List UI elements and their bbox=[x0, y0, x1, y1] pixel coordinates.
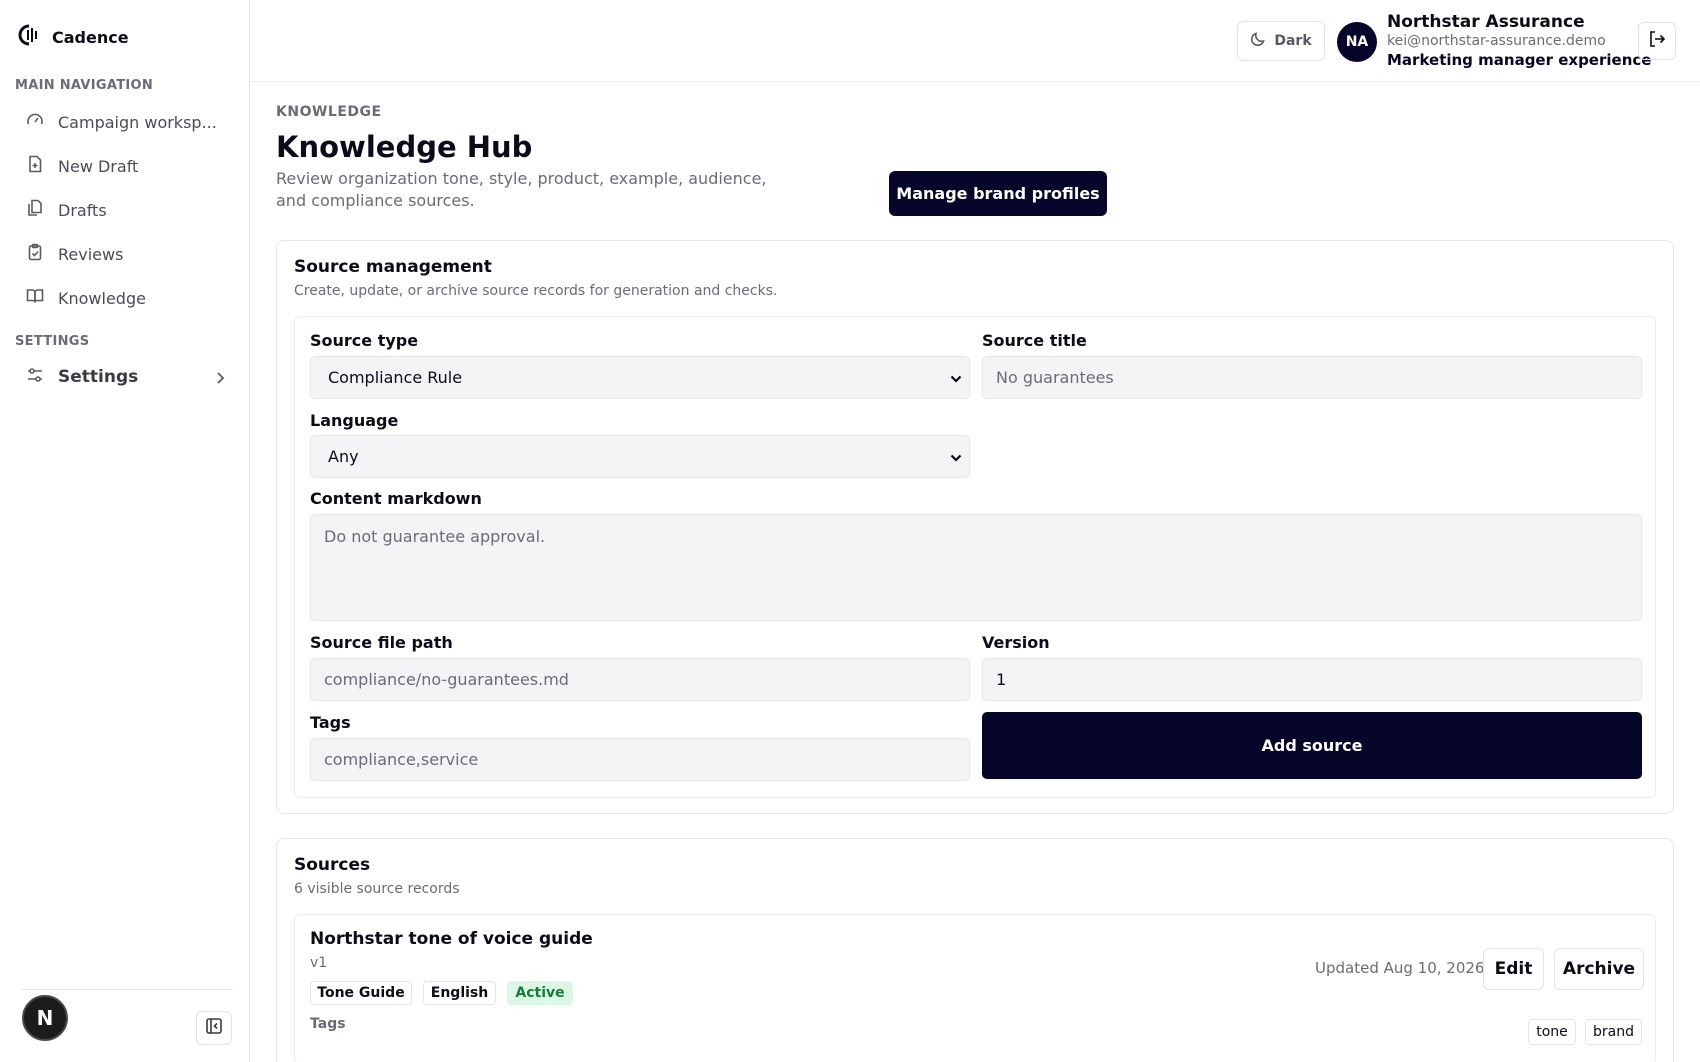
theme-toggle-label: Dark bbox=[1274, 33, 1312, 49]
user-role: Marketing manager experience bbox=[1387, 51, 1652, 69]
source-type-value: Compliance Rule bbox=[328, 368, 463, 387]
source-type-label: Source type bbox=[310, 331, 419, 350]
version-label: Version bbox=[982, 633, 1050, 652]
sidebar-item-reviews[interactable]: Reviews bbox=[26, 239, 236, 269]
sidebar-item-label: Settings bbox=[58, 367, 139, 387]
brand[interactable]: Cadence bbox=[18, 24, 129, 50]
source-title-input[interactable]: No guarantees bbox=[982, 356, 1642, 399]
chevron-right-icon bbox=[214, 370, 226, 390]
sidebar-item-knowledge[interactable]: Knowledge bbox=[26, 283, 236, 313]
sidebar-item-label: Campaign worksp... bbox=[58, 112, 217, 132]
chevron-down-icon bbox=[949, 450, 963, 469]
card-title: Source management bbox=[294, 257, 492, 277]
sidebar-item-settings[interactable]: Settings bbox=[26, 362, 236, 392]
language-badge: English bbox=[423, 981, 496, 1005]
sidebar-item-label: New Draft bbox=[58, 156, 139, 176]
tag-chip: brand bbox=[1585, 1019, 1642, 1045]
content-markdown-textarea[interactable]: Do not guarantee approval. bbox=[310, 514, 1642, 621]
cadence-logo-icon bbox=[18, 24, 40, 50]
source-record: Northstar tone of voice guide v1 Tone Gu… bbox=[294, 914, 1656, 1062]
sidebar-item-drafts[interactable]: Drafts bbox=[26, 195, 236, 225]
page-description: Review organization tone, style, product… bbox=[276, 169, 767, 210]
divider bbox=[22, 989, 233, 990]
moon-icon bbox=[1250, 31, 1266, 51]
content-markdown-placeholder: Do not guarantee approval. bbox=[324, 527, 546, 546]
sidebar-item-label: Reviews bbox=[58, 244, 124, 264]
source-record-updated: Updated Aug 10, 2026 bbox=[1315, 959, 1485, 977]
source-file-path-label: Source file path bbox=[310, 633, 453, 652]
main-navigation-heading: MAIN NAVIGATION bbox=[15, 78, 154, 93]
source-management-card: Source management Create, update, or arc… bbox=[276, 240, 1674, 814]
card-title: Sources bbox=[294, 855, 371, 875]
source-type-select[interactable]: Compliance Rule bbox=[310, 356, 970, 399]
edit-button[interactable]: Edit bbox=[1483, 948, 1544, 990]
status-badge: Active bbox=[507, 981, 573, 1005]
content-markdown-label: Content markdown bbox=[310, 489, 482, 508]
collapse-sidebar-button[interactable] bbox=[196, 1011, 232, 1045]
sources-card: Sources 6 visible source records Northst… bbox=[276, 838, 1674, 1062]
logout-icon bbox=[1648, 30, 1666, 52]
files-icon bbox=[26, 199, 44, 221]
manage-brand-profiles-button[interactable]: Manage brand profiles bbox=[889, 171, 1107, 216]
source-record-version: v1 bbox=[310, 955, 328, 971]
sidebar-item-campaign-workspace[interactable]: Campaign worksp... bbox=[26, 107, 236, 137]
account-avatar[interactable]: N bbox=[22, 995, 68, 1041]
page-eyebrow: KNOWLEDGE bbox=[276, 104, 382, 120]
card-subtitle: Create, update, or archive source record… bbox=[294, 283, 778, 299]
source-form: Source type Compliance Rule Source title… bbox=[294, 316, 1656, 798]
archive-button[interactable]: Archive bbox=[1554, 948, 1644, 990]
settings-heading: SETTINGS bbox=[15, 334, 90, 349]
language-label: Language bbox=[310, 411, 399, 430]
tags-label: Tags bbox=[310, 713, 351, 732]
page-title: Knowledge Hub bbox=[276, 130, 533, 164]
tags-label: Tags bbox=[310, 1016, 346, 1032]
source-record-title: Northstar tone of voice guide bbox=[310, 929, 593, 949]
book-open-icon bbox=[26, 287, 44, 309]
user-avatar[interactable]: NA bbox=[1337, 22, 1377, 62]
sources-count: 6 visible source records bbox=[294, 881, 460, 897]
theme-toggle-button[interactable]: Dark bbox=[1237, 21, 1325, 61]
user-email: kei@northstar-assurance.demo bbox=[1387, 33, 1606, 49]
logout-button[interactable] bbox=[1638, 22, 1676, 60]
language-value: Any bbox=[328, 447, 359, 466]
source-title-label: Source title bbox=[982, 331, 1087, 350]
chevron-down-icon bbox=[949, 371, 963, 390]
source-type-badge: Tone Guide bbox=[310, 981, 412, 1005]
clipboard-check-icon bbox=[26, 243, 44, 265]
user-name: Northstar Assurance bbox=[1387, 12, 1585, 32]
app-name: Cadence bbox=[52, 27, 129, 47]
sidebar-item-label: Drafts bbox=[58, 200, 107, 220]
sidebar-item-new-draft[interactable]: New Draft bbox=[26, 151, 236, 181]
file-plus-icon bbox=[26, 155, 44, 177]
sidebar-item-label: Knowledge bbox=[58, 288, 146, 308]
gauge-icon bbox=[26, 111, 44, 133]
language-select[interactable]: Any bbox=[310, 435, 970, 478]
sliders-icon bbox=[26, 366, 44, 389]
version-input[interactable]: 1 bbox=[982, 658, 1642, 701]
tags-input[interactable]: compliance,service bbox=[310, 738, 970, 781]
tag-chip: tone bbox=[1528, 1019, 1576, 1045]
source-file-path-input[interactable]: compliance/no-guarantees.md bbox=[310, 658, 970, 701]
sidebar: Cadence MAIN NAVIGATION Campaign worksp.… bbox=[0, 0, 250, 1062]
panel-left-close-icon bbox=[205, 1017, 223, 1039]
add-source-button[interactable]: Add source bbox=[982, 712, 1642, 779]
